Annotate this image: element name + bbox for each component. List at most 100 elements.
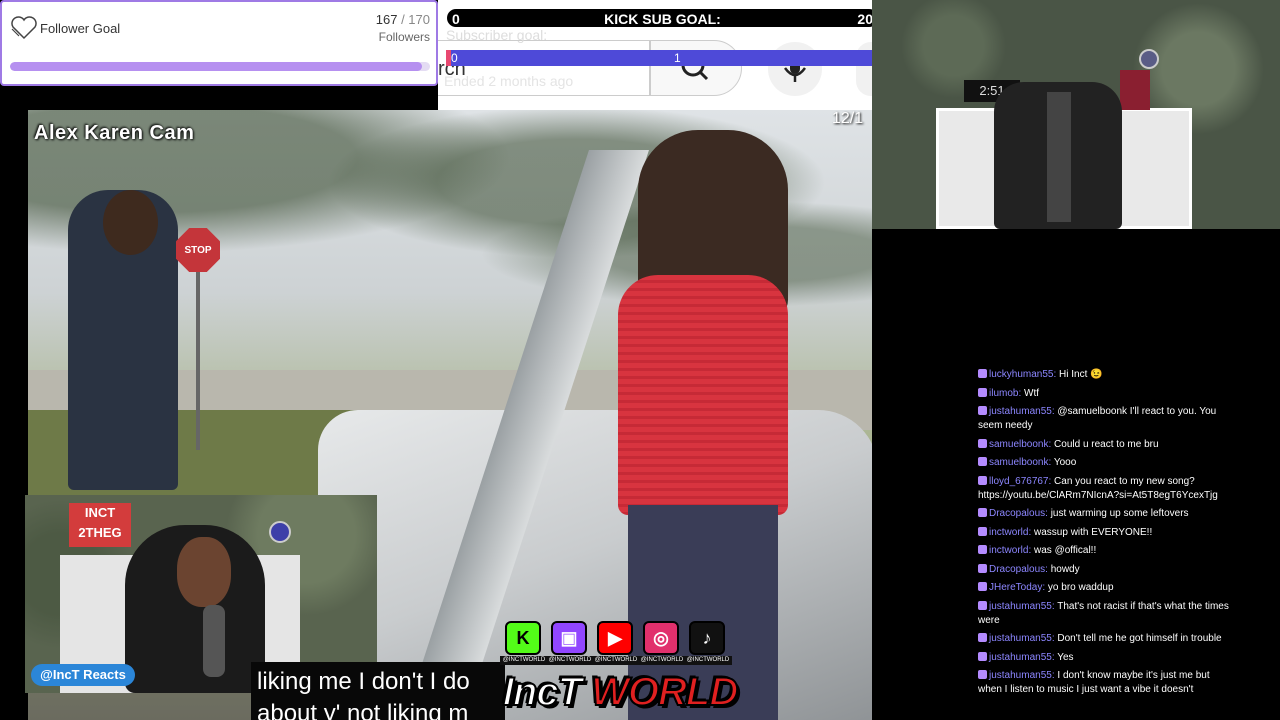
follower-goal-widget: Follower Goal 167 / 170 Followers <box>0 0 438 86</box>
chat-username[interactable]: justahuman55: <box>989 652 1055 663</box>
chat-message: luckyhuman55: Hi Inct 😉 <box>978 368 1232 382</box>
chat-text: Don't tell me he got himself in trouble <box>1054 633 1222 644</box>
social-icons: K @INCTWORLD ▣ @INCTWORLD ▶ @INCTWORLD ◎ @INCTW… <box>500 621 735 665</box>
follower-goal-count: 167 / 170 <box>376 12 430 27</box>
youtube-icon: ▶ <box>597 621 633 655</box>
chat-badge-icon <box>978 600 987 610</box>
tiktok-icon: ♪ <box>689 621 725 655</box>
reactor-cam-sign: INCT 2THEG <box>69 503 131 547</box>
chat-username[interactable]: samuelboonk: <box>989 457 1051 468</box>
follower-goal-current: 167 <box>375 12 398 27</box>
cam-date: 12/1 <box>832 110 864 127</box>
chat-message: inctworld: wassup with EVERYONE!! <box>978 526 1232 540</box>
chat-message: samuelboonk: Yooo <box>978 456 1232 470</box>
chat-text: Hi Inct 😉 <box>1056 369 1103 380</box>
chat-username[interactable]: Dracopalous: <box>989 508 1048 519</box>
chat-username[interactable]: justahuman55: <box>989 601 1055 612</box>
chat-badge-icon <box>978 563 987 573</box>
chat-text: yo bro waddup <box>1045 582 1114 593</box>
chat-message: JHereToday: yo bro waddup <box>978 581 1232 595</box>
brand-main: IncT <box>502 669 583 715</box>
chat-text: Wtf <box>1021 387 1040 399</box>
chat-badge-icon <box>978 508 987 517</box>
kick-sub-goal-bar: 0 KICK SUB GOAL: 20 <box>445 7 880 29</box>
instagram-icon: ◎ <box>643 621 679 655</box>
follower-goal-progress-fill <box>10 62 423 71</box>
chat-text: just warming up some leftovers <box>1047 508 1189 519</box>
chat-username[interactable]: samuelboonk: <box>989 439 1051 450</box>
subscriber-goal-current: 1 <box>674 51 681 65</box>
chat-text: wassup with EVERYONE!! <box>1031 526 1153 538</box>
person-red-shirt <box>618 275 788 515</box>
stop-sign-pole <box>196 270 200 450</box>
subscriber-goal-bar: 0 1 100 <box>446 50 908 66</box>
chat-badge-icon <box>978 582 987 591</box>
red-decor <box>1120 70 1150 110</box>
stop-sign: STOP <box>176 228 220 272</box>
subtitle-line-2: about y' not liking m <box>257 700 469 720</box>
chat-panel: luckyhuman55: Hi Inct 😉 ilumob: Wtf justah… <box>978 368 1232 710</box>
chat-username[interactable]: justahuman55: <box>989 633 1055 644</box>
subscriber-goal-ended: Ended 2 months ago <box>444 73 574 89</box>
chat-message: justahuman55: Yes <box>978 651 1232 665</box>
kick-goal-max: 20 <box>857 11 873 27</box>
subscriber-goal-min: 0 <box>451 51 458 65</box>
chat-username[interactable]: Dracopalous: <box>989 564 1048 575</box>
follower-goal-title: Follower Goal <box>40 21 121 36</box>
chat-message: ilumob: Wtf <box>978 387 1232 401</box>
chat-message: samuelboonk: Could u react to me bru <box>978 438 1232 452</box>
chat-message: Dracopalous: just warming up some leftov… <box>978 507 1232 521</box>
record-indicator <box>1139 49 1159 69</box>
chat-message: inctworld: was @offical!! <box>978 544 1232 558</box>
chat-text: Yes <box>1054 651 1074 663</box>
reactor-tag: @IncT Reacts <box>31 664 135 686</box>
chat-text: Yooo <box>1051 457 1077 468</box>
subtitle-line-1: liking me I don't I do <box>257 668 470 695</box>
follower-goal-progress <box>10 62 430 71</box>
chat-username[interactable]: JHereToday: <box>989 582 1045 593</box>
follower-goal-separator: / <box>397 12 409 27</box>
subscriber-goal-label: Subscriber goal: <box>446 27 548 43</box>
chat-badge-icon <box>978 670 987 679</box>
brand-logo: IncT WORLD <box>500 664 740 720</box>
chat-message: justahuman55: Don't tell me he got himse… <box>978 632 1232 646</box>
subscriber-goal-fill <box>446 50 451 66</box>
brand-accent: WORLD <box>590 669 739 715</box>
officer-head <box>103 190 158 255</box>
chat-text: was @offical!! <box>1031 545 1097 556</box>
chair-stripe <box>1047 92 1071 222</box>
chat-text: howdy <box>1047 563 1080 575</box>
chat-username[interactable]: inctworld: <box>989 527 1031 538</box>
chat-username[interactable]: luckyhuman55: <box>989 369 1056 380</box>
follower-goal-target: 170 <box>408 12 430 27</box>
streamer-webcam: 2:51 <box>872 0 1280 229</box>
heart-icon <box>11 16 37 40</box>
chat-badge-icon <box>978 406 987 415</box>
chat-username[interactable]: ilumob: <box>989 388 1021 399</box>
follower-goal-unit: Followers <box>378 30 430 44</box>
chat-badge-icon <box>978 651 987 661</box>
chat-username[interactable]: justahuman55: <box>989 670 1055 681</box>
chat-message: lloyd_676767: Can you react to my new so… <box>978 475 1232 503</box>
chat-badge-icon <box>978 526 987 536</box>
search-button[interactable] <box>650 40 742 96</box>
chat-message: Dracopalous: howdy <box>978 563 1232 577</box>
chat-message: justahuman55: That's not racist if that'… <box>978 600 1232 628</box>
chat-badge-icon <box>978 369 987 378</box>
chat-badge-icon <box>978 545 987 554</box>
chat-username[interactable]: justahuman55: <box>989 406 1055 417</box>
kick-goal-title: KICK SUB GOAL: <box>604 11 721 27</box>
microphone <box>203 605 225 677</box>
chat-badge-icon <box>978 438 987 448</box>
chat-username[interactable]: lloyd_676767: <box>989 476 1051 487</box>
record-indicator <box>269 521 291 543</box>
cam-label: Alex Karen Cam <box>34 122 195 144</box>
reactor-face <box>177 537 231 607</box>
chat-badge-icon <box>978 457 987 466</box>
chat-badge-icon <box>978 387 987 397</box>
chat-username[interactable]: inctworld: <box>989 545 1031 556</box>
kick-icon: K <box>505 621 541 655</box>
chat-badge-icon <box>978 633 987 642</box>
chat-message: justahuman55: @samuelboonk I'll react to… <box>978 405 1232 433</box>
chat-message: justahuman55: I don't know maybe it's ju… <box>978 669 1232 697</box>
